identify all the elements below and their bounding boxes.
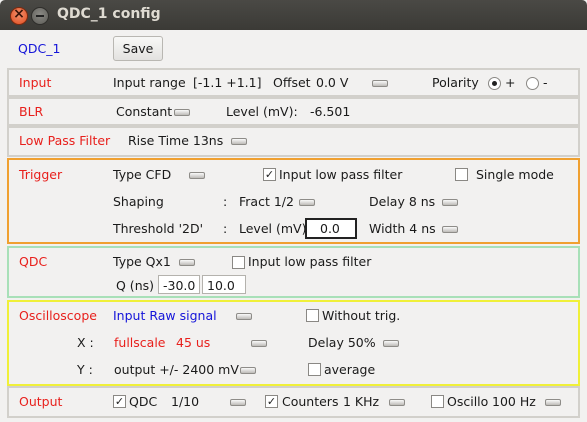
oscilloscope-signal-value: Input Raw signal — [113, 308, 217, 323]
title-bar: QDC_1 config — [0, 0, 587, 30]
offset-dropdown-icon[interactable] — [372, 80, 388, 87]
output-counters-checkbox[interactable]: ✓ — [265, 395, 278, 408]
shaping-value: Fract 1/2 — [239, 194, 294, 209]
input-range-value: [-1.1 +1.1] — [193, 75, 262, 90]
output-counters-rate-dropdown-icon[interactable] — [389, 399, 405, 406]
polarity-plus-radio[interactable] — [488, 77, 501, 90]
without-trig-checkbox[interactable] — [306, 309, 319, 322]
trigger-label: Trigger — [19, 167, 63, 182]
q-start-input[interactable]: -30.0 — [158, 275, 200, 294]
output-label: Output — [19, 394, 63, 409]
x-time-value: 45 us — [176, 335, 211, 350]
y-axis-label: Y : — [77, 362, 93, 377]
offset-value: 0.0 V — [316, 75, 349, 90]
qdc-input-lpf-checkbox[interactable] — [232, 256, 245, 269]
average-label: average — [324, 362, 376, 377]
output-qdc-checkbox[interactable]: ✓ — [113, 395, 126, 408]
single-mode-label: Single mode — [476, 167, 554, 182]
oscilloscope-delay-dropdown-icon[interactable] — [383, 340, 399, 347]
low-pass-filter-label: Low Pass Filter — [19, 133, 111, 148]
polarity-label: Polarity — [432, 75, 479, 90]
trigger-type-value: Type CFD — [113, 167, 172, 182]
output-qdc-label: QDC — [129, 394, 158, 409]
polarity-minus-radio[interactable] — [526, 77, 539, 90]
blr-mode-dropdown-icon[interactable] — [174, 109, 190, 116]
blr-label: BLR — [19, 104, 44, 119]
rise-time-dropdown-icon[interactable] — [231, 138, 247, 145]
output-oscillo-label: Oscillo — [447, 394, 489, 409]
trigger-delay-dropdown-icon[interactable] — [442, 199, 458, 206]
input-range-label: Input range — [113, 75, 186, 90]
x-scale-dropdown-icon[interactable] — [251, 340, 267, 347]
trigger-width-dropdown-icon[interactable] — [442, 226, 458, 233]
q-range-label: Q (ns) — [116, 278, 155, 293]
trigger-delay-value: Delay 8 ns — [369, 194, 436, 209]
output-counters-label: Counters — [282, 394, 339, 409]
output-qdc-rate-dropdown-icon[interactable] — [230, 399, 246, 406]
oscilloscope-signal-dropdown-icon[interactable] — [236, 313, 252, 320]
save-button[interactable]: Save — [113, 36, 163, 61]
threshold-level-label: Level (mV) — [239, 221, 307, 236]
minimize-window-button[interactable] — [31, 7, 49, 25]
blr-mode-value: Constant — [116, 104, 173, 119]
shaping-dropdown-icon[interactable] — [299, 199, 315, 206]
x-axis-label: X : — [77, 335, 94, 350]
input-label: Input — [19, 75, 52, 90]
shaping-label: Shaping — [113, 194, 164, 209]
oscilloscope-label: Oscilloscope — [19, 308, 97, 323]
shaping-separator: : — [223, 194, 228, 209]
x-scale-value: fullscale — [114, 335, 166, 350]
y-output-dropdown-icon[interactable] — [240, 367, 256, 374]
polarity-plus-label: + — [505, 75, 516, 90]
trigger-input-lpf-label: Input low pass filter — [279, 167, 403, 182]
threshold-separator: : — [223, 221, 228, 236]
qdc-type-value: Type Qx1 — [113, 254, 171, 269]
output-oscillo-rate-dropdown-icon[interactable] — [545, 399, 561, 406]
polarity-minus-label: - — [543, 75, 548, 90]
rise-time-value: Rise Time 13ns — [128, 133, 224, 148]
close-window-button[interactable] — [10, 6, 28, 25]
trigger-type-dropdown-icon[interactable] — [189, 172, 205, 179]
oscilloscope-delay-value: Delay 50% — [308, 335, 376, 350]
qdc-label: QDC — [19, 254, 48, 269]
average-checkbox[interactable] — [308, 363, 321, 376]
blr-level-label: Level (mV): — [226, 104, 298, 119]
window-title: QDC_1 config — [57, 6, 161, 22]
qdc-type-dropdown-icon[interactable] — [179, 259, 195, 266]
output-counters-rate: 1 KHz — [343, 394, 380, 409]
single-mode-checkbox[interactable] — [455, 168, 468, 181]
qdc-input-lpf-label: Input low pass filter — [248, 254, 372, 269]
trigger-input-lpf-checkbox[interactable]: ✓ — [263, 168, 276, 181]
threshold-level-input[interactable]: 0.0 — [305, 218, 357, 239]
offset-label: Offset — [273, 75, 311, 90]
trigger-width-value: Width 4 ns — [369, 221, 436, 236]
threshold-label: Threshold '2D' — [113, 221, 204, 236]
module-name: QDC_1 — [18, 41, 61, 56]
output-oscillo-checkbox[interactable] — [431, 395, 444, 408]
q-end-input[interactable]: 10.0 — [202, 275, 246, 294]
output-oscillo-rate: 100 Hz — [492, 394, 536, 409]
without-trig-label: Without trig. — [322, 308, 401, 323]
blr-level-value: -6.501 — [310, 104, 351, 119]
output-qdc-rate: 1/10 — [171, 394, 200, 409]
y-output-value: output +/- 2400 mV — [114, 362, 239, 377]
